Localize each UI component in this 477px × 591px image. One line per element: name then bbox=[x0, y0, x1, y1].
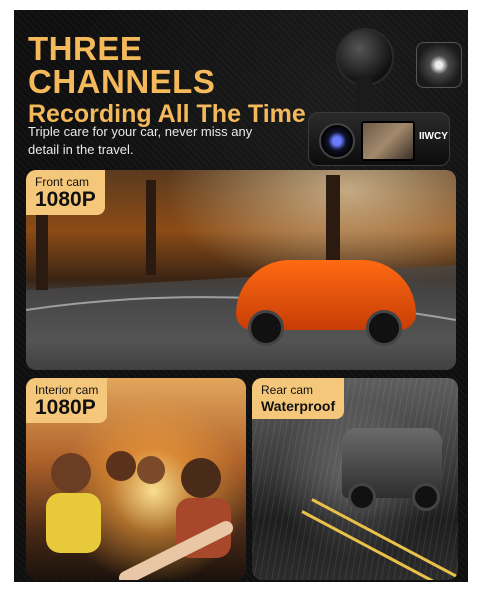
front-cam-label: Front cam 1080P bbox=[26, 170, 105, 215]
front-cam-resolution: 1080P bbox=[35, 188, 96, 211]
dashcam-body: IIWCY bbox=[308, 112, 450, 166]
mount-arm bbox=[356, 76, 372, 116]
subtitle: Triple care for your car, never miss any… bbox=[28, 124, 253, 157]
dashcam-screen bbox=[361, 121, 415, 161]
interior-cam-label: Interior cam 1080P bbox=[26, 378, 108, 423]
suv-wheel bbox=[348, 483, 376, 511]
passenger-head bbox=[51, 453, 91, 493]
suv-wheel bbox=[412, 483, 440, 511]
product-banner: THREE CHANNELS Recording All The Time Tr… bbox=[14, 10, 468, 582]
interior-cam-panel: Interior cam 1080P bbox=[26, 378, 246, 580]
front-cam-panel: Front cam 1080P bbox=[26, 170, 456, 370]
dashcam-illustration: IIWCY bbox=[294, 24, 464, 174]
passenger-shirt bbox=[46, 493, 101, 553]
rear-cam-panel: Rear cam Waterproof bbox=[252, 378, 458, 580]
rear-cam-feature: Waterproof bbox=[261, 398, 336, 414]
rear-camera-icon bbox=[416, 42, 462, 88]
front-cam-title: Front cam bbox=[35, 175, 90, 189]
front-lens-icon bbox=[319, 123, 355, 159]
car-wheel bbox=[366, 310, 402, 346]
passenger-head bbox=[137, 456, 165, 484]
rear-cam-title: Rear cam bbox=[261, 383, 314, 397]
passenger-head bbox=[106, 451, 136, 481]
tree-trunk bbox=[146, 180, 156, 275]
headline: THREE CHANNELS Recording All The Time bbox=[28, 32, 328, 127]
tree-trunk bbox=[326, 175, 340, 265]
interior-cam-title: Interior cam bbox=[35, 383, 99, 397]
car-wheel bbox=[248, 310, 284, 346]
interior-cam-resolution: 1080P bbox=[35, 396, 96, 419]
rear-cam-label: Rear cam Waterproof bbox=[252, 378, 345, 419]
passenger-head bbox=[181, 458, 221, 498]
headline-line1: THREE CHANNELS bbox=[28, 30, 216, 100]
brand-logo: IIWCY bbox=[419, 131, 448, 142]
